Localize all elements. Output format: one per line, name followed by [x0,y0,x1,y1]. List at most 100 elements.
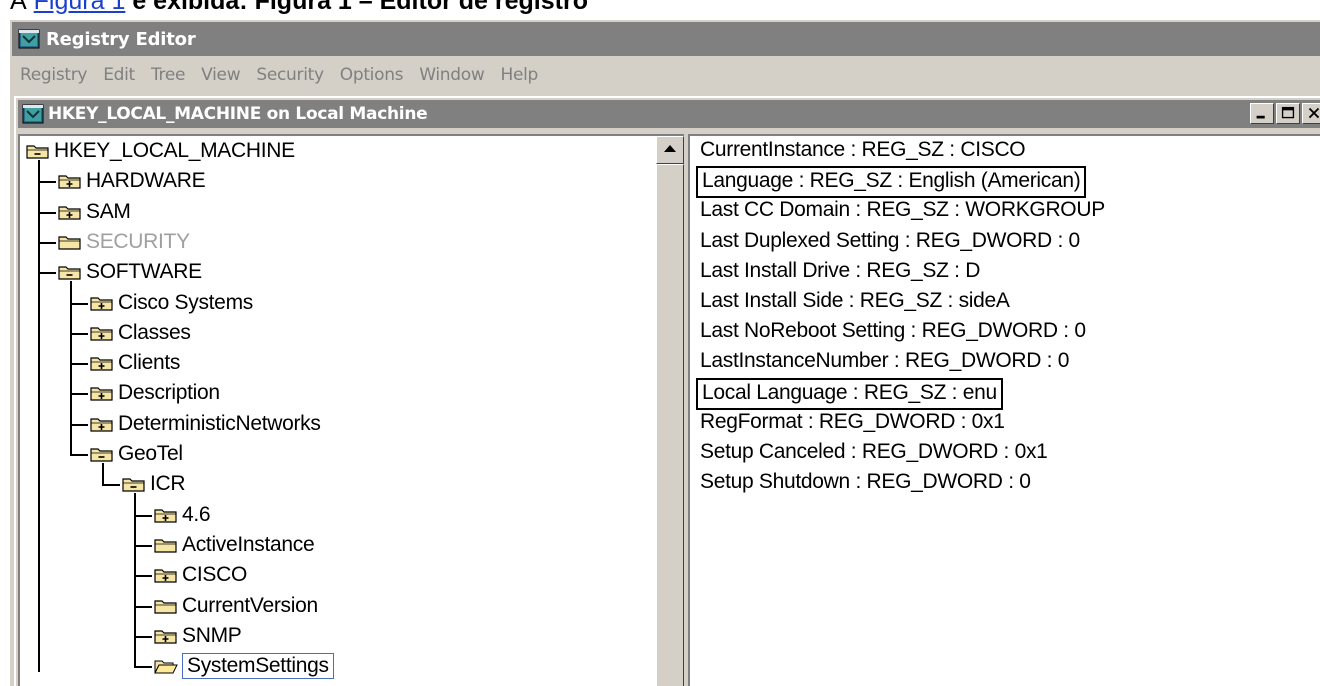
tree-branch-line [134,544,152,547]
tree-node-sam[interactable]: SAM [58,197,131,227]
folder-plus-icon[interactable] [90,325,114,341]
menu-tree[interactable]: Tree [143,65,193,85]
tree-branch-line [70,393,88,396]
tree-branch-line [134,575,152,578]
menu-edit[interactable]: Edit [95,65,143,85]
folder-plus-icon[interactable] [90,416,114,432]
close-icon [1308,107,1320,119]
tree-node-label: ICR [150,472,186,496]
caption-text: é exibida: Figura 1 – Editor de registro [132,0,588,15]
tree-node-systemsettings[interactable]: SystemSettings [154,651,334,681]
tree-node-label: DeterministicNetworks [118,411,321,435]
tree-vertical-scrollbar[interactable] [656,136,684,686]
tree-node-security[interactable]: SECURITY [58,227,190,257]
tree-node-label: SOFTWARE [86,260,202,284]
tree-node-cisco-systems[interactable]: Cisco Systems [90,288,253,318]
folder-open-icon[interactable] [154,658,178,674]
registry-value-row[interactable]: Last NoReboot Setting : REG_DWORD : 0 [700,317,1086,345]
key-tree-pane[interactable]: HKEY_LOCAL_MACHINE HARDWARE SAM SECURITY SOF… [18,134,684,686]
tree-branch-line [134,635,152,638]
tree-branch-line [134,514,152,517]
scroll-up-button[interactable] [656,136,684,164]
folder-icon[interactable] [154,598,178,614]
caption-lead: A [10,0,27,15]
folder-minus-icon[interactable] [26,143,50,159]
tree-node-currentversion[interactable]: CurrentVersion [154,591,318,621]
registry-editor-window: Registry Editor Registry Edit Tree View Secu… [8,18,1320,686]
folder-minus-icon[interactable] [90,446,114,462]
registry-value-row[interactable]: CurrentInstance : REG_SZ : CISCO [700,136,1026,164]
scroll-thumb[interactable] [656,164,684,686]
registry-value-row[interactable]: Local Language : REG_SZ : enu [696,377,1003,410]
tree-node-label: GeoTel [118,442,183,465]
tree-branch-line [102,484,120,487]
registry-value-row[interactable]: Last Install Side : REG_SZ : sideA [700,287,1010,315]
menu-help[interactable]: Help [492,65,546,85]
tree-node-description[interactable]: Description [90,378,220,408]
tree-node-hardware[interactable]: HARDWARE [58,166,206,196]
tree-node-software[interactable]: SOFTWARE [58,257,202,287]
registry-value-row[interactable]: RegFormat : REG_DWORD : 0x1 [700,408,1005,436]
folder-plus-icon[interactable] [154,628,178,644]
folder-plus-icon[interactable] [58,173,82,189]
tree-node-label: CISCO [182,563,248,587]
maximize-button[interactable] [1276,103,1300,124]
tree-node-label: SystemSettings [182,653,334,680]
tree-node-label: HARDWARE [86,169,206,193]
minimize-button[interactable] [1250,103,1274,124]
registry-value-row[interactable]: Last CC Domain : REG_SZ : WORKGROUP [700,196,1105,224]
menu-options[interactable]: Options [332,65,412,85]
tree-branch-line [70,363,88,366]
registry-value-row[interactable]: Last Install Drive : REG_SZ : D [700,257,980,285]
menu-registry[interactable]: Registry [12,65,95,85]
tree-node-geotel[interactable]: GeoTel [90,439,183,469]
registry-value-row[interactable]: Setup Canceled : REG_DWORD : 0x1 [700,438,1048,466]
child-title-bar[interactable]: HKEY_LOCAL_MACHINE on Local Machine [18,100,1320,128]
tree-node-icr[interactable]: ICR [122,469,186,499]
folder-plus-icon[interactable] [90,385,114,401]
tree-node-label: Classes [118,320,191,344]
tree-node-snmp[interactable]: SNMP [154,621,242,651]
folder-plus-icon[interactable] [154,507,178,523]
tree-node-activeinstance[interactable]: ActiveInstance [154,530,315,560]
registry-value-row[interactable]: Language : REG_SZ : English (American) [696,166,1087,199]
page-caption: A Figura 1 é exibida: Figura 1 – Editor … [0,0,1320,18]
child-window-title: HKEY_LOCAL_MACHINE on Local Machine [48,104,428,124]
registry-value-row[interactable]: Setup Shutdown : REG_DWORD : 0 [700,468,1031,496]
tree-node-4-6[interactable]: 4.6 [154,500,211,530]
registry-value-row[interactable]: LastInstanceNumber : REG_DWORD : 0 [700,347,1069,375]
tree-node-deterministicnetworks[interactable]: DeterministicNetworks [90,409,321,439]
tree-node-label: Clients [118,351,181,375]
registry-value-row[interactable]: Last Duplexed Setting : REG_DWORD : 0 [700,227,1080,255]
registry-editor-icon [18,29,40,49]
close-button[interactable] [1302,103,1320,124]
folder-plus-icon[interactable] [90,295,114,311]
tree-node-label: HKEY_LOCAL_MACHINE [54,139,295,162]
caption-link[interactable]: Figura 1 [34,0,126,15]
menu-view[interactable]: View [193,65,248,85]
tree-node-cisco[interactable]: CISCO [154,560,247,590]
folder-minus-icon[interactable] [58,264,82,280]
menu-window[interactable]: Window [411,65,492,85]
tree-node-classes[interactable]: Classes [90,318,191,348]
tree-node-clients[interactable]: Clients [90,348,180,378]
tree-node-label: ActiveInstance [182,532,315,556]
folder-icon[interactable] [154,537,178,553]
folder-plus-icon[interactable] [154,567,178,583]
tree-node-label: CurrentVersion [182,593,318,617]
menu-security[interactable]: Security [248,65,331,85]
tree-branch-line [134,666,152,669]
folder-minus-icon[interactable] [122,476,146,492]
menu-bar: Registry Edit Tree View Security Options Windo… [12,58,1320,92]
folder-plus-icon[interactable] [58,204,82,220]
values-pane[interactable]: CurrentInstance : REG_SZ : CISCO Language… [688,134,1320,686]
tree-branch-line [134,605,152,608]
folder-icon[interactable] [58,234,82,250]
registry-key-window-icon [22,104,44,124]
folder-plus-icon[interactable] [90,355,114,371]
tree-node-label: SECURITY [86,229,190,253]
title-bar[interactable]: Registry Editor [12,22,1320,56]
tree-node-hkey-local-machine[interactable]: HKEY_LOCAL_MACHINE [26,136,295,166]
tree-node-label: SNMP [182,623,242,647]
maximize-icon [1281,106,1295,119]
